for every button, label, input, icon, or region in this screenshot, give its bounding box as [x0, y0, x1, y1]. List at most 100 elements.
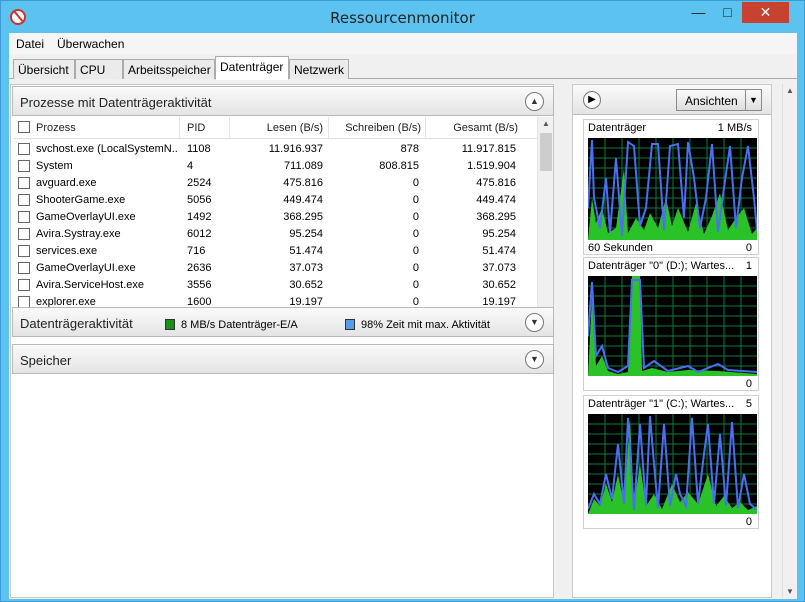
- disk-activity-title: Datenträgeraktivität: [20, 316, 133, 331]
- cell-total: 95.254: [482, 228, 516, 240]
- row-checkbox[interactable]: [18, 194, 30, 206]
- cell-pid: 1492: [187, 211, 212, 223]
- graph-title: Datenträger "0" (D:); Wartes...: [588, 260, 735, 272]
- cell-process: Avira.ServiceHost.exe: [36, 279, 145, 291]
- graph-pane: ▶ Ansichten ▼ Datenträger 1 MB/s 60 Seku…: [572, 84, 772, 598]
- collapse-arrow-icon[interactable]: ▶: [583, 91, 601, 109]
- cell-total: 51.474: [482, 245, 516, 257]
- scroll-down-icon[interactable]: ▼: [786, 587, 794, 596]
- row-checkbox[interactable]: [18, 245, 30, 257]
- cell-write: 0: [412, 245, 419, 257]
- io-legend-swatch: [165, 319, 175, 330]
- cell-pid: 4: [187, 160, 194, 172]
- views-dropdown[interactable]: Ansichten ▼: [676, 89, 762, 111]
- cell-read: 95.254: [289, 228, 323, 240]
- processes-panel-title: Prozesse mit Datenträgeraktivität: [20, 95, 212, 110]
- graph-max: 1: [745, 260, 752, 272]
- cell-pid: 6012: [187, 228, 212, 240]
- cell-read: 368.295: [283, 211, 323, 223]
- processes-panel-header[interactable]: Prozesse mit Datenträgeraktivität ▲: [12, 86, 554, 116]
- cell-pid: 5056: [187, 194, 212, 206]
- scroll-up-icon[interactable]: ▲: [786, 86, 794, 95]
- table-row[interactable]: svchost.exe (LocalSystemN... 1108 11.916.9…: [13, 141, 537, 158]
- io-legend-label: 8 MB/s Datenträger-E/A: [181, 319, 298, 331]
- cell-write: 0: [412, 194, 419, 206]
- cell-write: 0: [412, 211, 419, 223]
- tab-cpu[interactable]: CPU: [75, 59, 123, 79]
- row-checkbox[interactable]: [18, 279, 30, 291]
- table-row[interactable]: GameOverlayUI.exe 1492 368.295 0 368.295: [13, 209, 537, 226]
- cell-pid: 2636: [187, 262, 212, 274]
- cell-write: 878: [400, 143, 419, 155]
- menu-ueberwachen[interactable]: Überwachen: [57, 37, 124, 51]
- table-row[interactable]: GameOverlayUI.exe 2636 37.073 0 37.073: [13, 260, 537, 277]
- title-bar[interactable]: Ressourcenmonitor — □ ✕: [1, 1, 804, 33]
- cell-write: 0: [412, 228, 419, 240]
- cell-process: GameOverlayUI.exe: [36, 211, 136, 223]
- activity-legend-swatch: [345, 319, 355, 330]
- close-button[interactable]: ✕: [742, 2, 789, 23]
- col-gesamt[interactable]: Gesamt (B/s): [427, 122, 518, 134]
- col-prozess[interactable]: Prozess: [36, 122, 76, 134]
- cell-read: 30.652: [289, 279, 323, 291]
- col-pid[interactable]: PID: [187, 122, 205, 134]
- scroll-thumb[interactable]: [540, 133, 552, 171]
- table-row[interactable]: ShooterGame.exe 5056 449.474 0 449.474: [13, 192, 537, 209]
- cell-read: 449.474: [283, 194, 323, 206]
- disk-activity-panel-header[interactable]: Datenträgeraktivität 8 MB/s Datenträger-…: [12, 307, 554, 337]
- row-checkbox[interactable]: [18, 228, 30, 240]
- graph-pane-scrollbar[interactable]: ▲ ▼: [782, 84, 797, 598]
- cell-read: 475.816: [283, 177, 323, 189]
- tab-arbeitsspeicher[interactable]: Arbeitsspeicher: [123, 59, 215, 79]
- chevron-down-icon[interactable]: ▼: [525, 350, 544, 369]
- dropdown-arrow-icon[interactable]: ▼: [745, 90, 761, 110]
- minimize-button[interactable]: —: [685, 2, 712, 23]
- views-label: Ansichten: [685, 94, 738, 108]
- table-header: Prozess PID Lesen (B/s) Schreiben (B/s) …: [13, 117, 537, 139]
- cell-read: 11.916.937: [268, 143, 323, 155]
- table-row[interactable]: System 4 711.089 808.815 1.519.904: [13, 158, 537, 175]
- cell-pid: 716: [187, 245, 206, 257]
- table-row[interactable]: Avira.Systray.exe 6012 95.254 0 95.254: [13, 226, 537, 243]
- maximize-button[interactable]: □: [714, 2, 741, 23]
- cell-process: avguard.exe: [36, 177, 97, 189]
- app-window: Ressourcenmonitor — □ ✕ Datei Überwachen…: [0, 0, 805, 602]
- scroll-up-icon[interactable]: ▲: [542, 119, 550, 128]
- graph-max: 1 MB/s: [717, 122, 752, 134]
- tab-netzwerk[interactable]: Netzwerk: [289, 59, 349, 79]
- graph-min: 0: [745, 378, 752, 390]
- graph-disk-0: Datenträger "0" (D:); Wartes... 1 0: [583, 257, 759, 391]
- row-checkbox[interactable]: [18, 177, 30, 189]
- tab-datentraeger[interactable]: Datenträger: [215, 56, 289, 80]
- graph-min: 0: [745, 242, 752, 254]
- window-title: Ressourcenmonitor: [330, 9, 475, 27]
- graph-max: 5: [745, 398, 752, 410]
- row-checkbox[interactable]: [18, 160, 30, 172]
- cell-process: ShooterGame.exe: [36, 194, 126, 206]
- cell-process: services.exe: [36, 245, 98, 257]
- row-checkbox[interactable]: [18, 143, 30, 155]
- chevron-down-icon[interactable]: ▼: [525, 313, 544, 332]
- select-all-checkbox[interactable]: [18, 121, 30, 133]
- col-schreiben[interactable]: Schreiben (B/s): [329, 122, 421, 134]
- row-checkbox[interactable]: [18, 211, 30, 223]
- table-row[interactable]: Avira.ServiceHost.exe 3556 30.652 0 30.652: [13, 277, 537, 294]
- table-scrollbar[interactable]: ▲ ▼: [537, 117, 553, 329]
- col-lesen[interactable]: Lesen (B/s): [231, 122, 323, 134]
- cell-process: svchost.exe (LocalSystemN...: [36, 143, 178, 155]
- chevron-up-icon[interactable]: ▲: [525, 92, 544, 111]
- table-row[interactable]: services.exe 716 51.474 0 51.474: [13, 243, 537, 260]
- row-checkbox[interactable]: [18, 262, 30, 274]
- tab-uebersicht[interactable]: Übersicht: [13, 59, 75, 79]
- cell-total: 37.073: [482, 262, 516, 274]
- cell-write: 0: [412, 262, 419, 274]
- cell-total: 11.917.815: [461, 143, 516, 155]
- cell-process: System: [36, 160, 73, 172]
- cell-write: 808.815: [379, 160, 419, 172]
- table-row[interactable]: avguard.exe 2524 475.816 0 475.816: [13, 175, 537, 192]
- process-table: Prozess PID Lesen (B/s) Schreiben (B/s) …: [13, 117, 537, 329]
- memory-panel-header[interactable]: Speicher ▼: [12, 344, 554, 374]
- cell-process: GameOverlayUI.exe: [36, 262, 136, 274]
- menu-datei[interactable]: Datei: [16, 37, 44, 51]
- disk-1-graph: [588, 414, 757, 514]
